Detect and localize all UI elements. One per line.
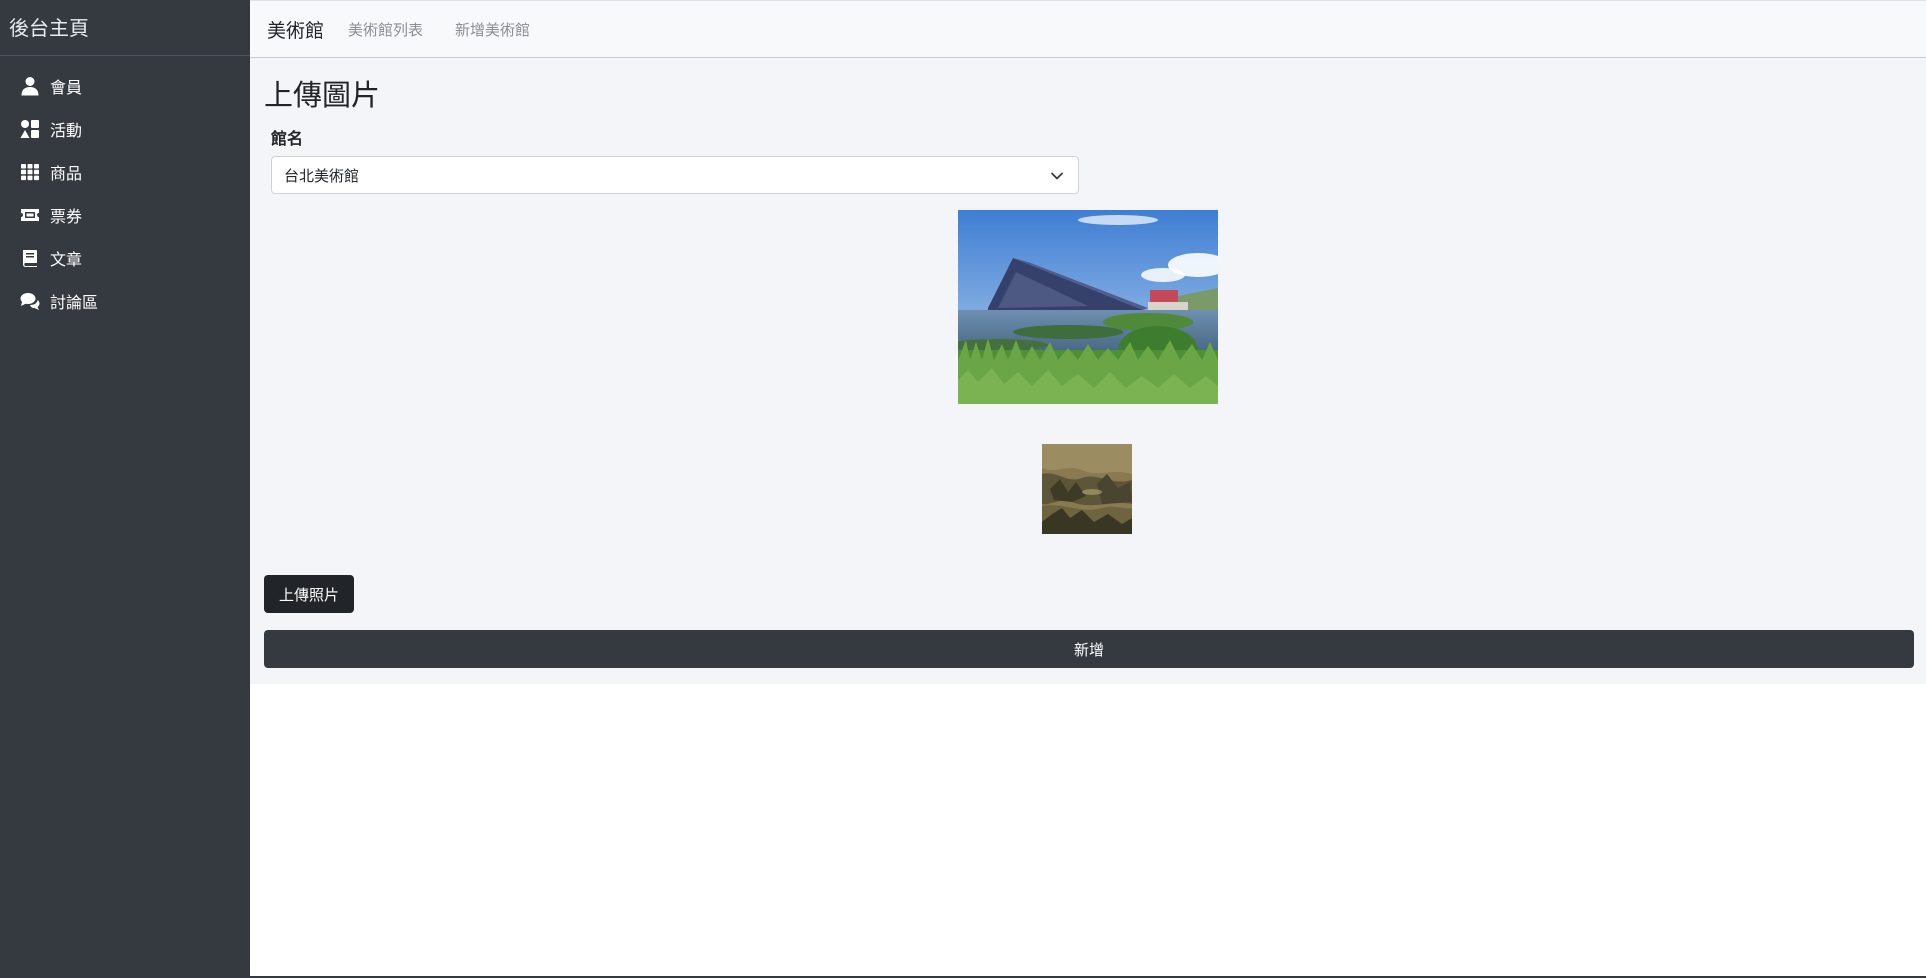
page-title: 上傳圖片	[264, 78, 381, 112]
sidebar-item-forum[interactable]: 討論區	[0, 279, 250, 322]
sidebar-item-members[interactable]: 會員	[0, 64, 250, 107]
sidebar-item-events[interactable]: 活動	[0, 107, 250, 150]
sidebar-item-products[interactable]: 商品	[0, 150, 250, 193]
upload-photo-button[interactable]: 上傳照片	[264, 575, 354, 613]
museum-name-label: 館名	[271, 129, 304, 148]
sidebar-item-label: 討論區	[50, 292, 99, 312]
sidebar-item-label: 活動	[50, 120, 83, 140]
user-icon	[19, 75, 41, 97]
sidebar-item-label: 文章	[50, 249, 83, 269]
book-icon	[19, 247, 41, 269]
main-content: 上傳圖片 館名 台北美術館 上傳照片 新增	[250, 58, 1926, 684]
navbar-brand[interactable]: 美術館	[267, 16, 324, 43]
sidebar-item-label: 票券	[50, 206, 83, 226]
sidebar-item-articles[interactable]: 文章	[0, 236, 250, 279]
grid-icon	[19, 161, 41, 183]
sidebar-item-tickets[interactable]: 票券	[0, 193, 250, 236]
ticket-icon	[19, 204, 41, 226]
uploaded-photo-museum	[958, 210, 1218, 404]
nav-link-add-museum[interactable]: 新增美術館	[455, 19, 530, 40]
sidebar-item-label: 會員	[50, 77, 83, 97]
museum-select-value: 台北美術館	[284, 166, 360, 185]
sidebar: 後台主頁 會員 活動 商品 票券 文章 討論區	[0, 0, 250, 978]
uploaded-photo-painting	[1042, 444, 1132, 534]
top-navbar: 美術館 美術館列表 新增美術館	[250, 0, 1926, 58]
sidebar-nav: 會員 活動 商品 票券 文章 討論區	[0, 56, 250, 322]
sidebar-brand[interactable]: 後台主頁	[0, 0, 250, 56]
comments-icon	[19, 290, 41, 312]
shapes-icon	[19, 118, 41, 140]
chevron-down-icon	[1051, 172, 1063, 180]
nav-link-museum-list[interactable]: 美術館列表	[348, 19, 423, 40]
app-root: 後台主頁 會員 活動 商品 票券 文章 討論區 美術館 美術館列表 新增美術館 …	[0, 0, 1926, 978]
sidebar-item-label: 商品	[50, 163, 83, 183]
museum-select[interactable]: 台北美術館	[271, 156, 1079, 194]
add-button[interactable]: 新增	[264, 630, 1914, 668]
